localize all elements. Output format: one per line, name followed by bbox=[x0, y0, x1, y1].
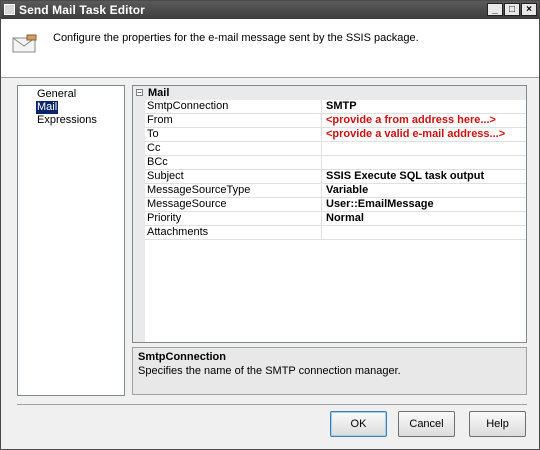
property-description-pane: SmtpConnection Specifies the name of the… bbox=[132, 347, 527, 395]
property-name: Priority bbox=[147, 212, 322, 225]
description-title: SmtpConnection bbox=[138, 351, 226, 363]
property-row-messagesource[interactable]: MessageSource User::EmailMessage bbox=[145, 198, 526, 212]
property-name: Cc bbox=[147, 142, 322, 155]
description-text: Specifies the name of the SMTP connectio… bbox=[138, 365, 401, 377]
property-name: From bbox=[147, 114, 322, 127]
nav-item-expressions[interactable]: Expressions bbox=[36, 114, 98, 127]
property-value[interactable]: User::EmailMessage bbox=[326, 198, 526, 211]
nav-item-mail[interactable]: Mail bbox=[36, 101, 59, 114]
property-value[interactable]: SMTP bbox=[326, 100, 526, 113]
property-name: BCc bbox=[147, 156, 322, 169]
grid-gutter bbox=[133, 86, 145, 342]
property-name: Subject bbox=[147, 170, 322, 183]
property-value[interactable] bbox=[326, 226, 526, 239]
property-value[interactable]: <provide a from address here...> bbox=[326, 114, 526, 127]
property-row-to[interactable]: To <provide a valid e-mail address...> bbox=[145, 128, 526, 142]
property-row-messagesourcetype[interactable]: MessageSourceType Variable bbox=[145, 184, 526, 198]
ok-button[interactable]: OK bbox=[330, 411, 387, 437]
category-label: Mail bbox=[148, 87, 170, 99]
property-value[interactable]: SSIS Execute SQL task output bbox=[326, 170, 526, 183]
property-name: Attachments bbox=[147, 226, 322, 239]
property-row-bcc[interactable]: BCc bbox=[145, 156, 526, 170]
property-name: To bbox=[147, 128, 322, 141]
collapse-icon[interactable]: − bbox=[136, 89, 143, 97]
close-button[interactable]: × bbox=[521, 3, 537, 16]
property-row-priority[interactable]: Priority Normal bbox=[145, 212, 526, 226]
property-name: MessageSource bbox=[147, 198, 322, 211]
minimize-button[interactable]: _ bbox=[487, 3, 503, 16]
property-value[interactable] bbox=[326, 142, 526, 155]
page-list: General Mail Expressions bbox=[17, 85, 125, 396]
footer-divider bbox=[17, 404, 527, 405]
property-row-subject[interactable]: Subject SSIS Execute SQL task output bbox=[145, 170, 526, 184]
property-value[interactable] bbox=[326, 156, 526, 169]
title-bar[interactable]: Send Mail Task Editor _ □ × bbox=[1, 1, 539, 19]
property-value[interactable]: Variable bbox=[326, 184, 526, 197]
header-description: Configure the properties for the e-mail … bbox=[53, 32, 419, 44]
envelope-icon bbox=[12, 34, 37, 53]
property-row-attachments[interactable]: Attachments bbox=[145, 226, 526, 240]
category-header-mail[interactable]: − Mail bbox=[133, 86, 526, 100]
property-value[interactable]: <provide a valid e-mail address...> bbox=[326, 128, 526, 141]
property-row-cc[interactable]: Cc bbox=[145, 142, 526, 156]
send-mail-task-editor-window: Send Mail Task Editor _ □ × Configure th… bbox=[0, 0, 540, 450]
property-grid: − Mail SmtpConnection SMTP From <provide… bbox=[132, 85, 527, 343]
property-name: SmtpConnection bbox=[147, 100, 322, 113]
app-icon bbox=[4, 4, 15, 15]
nav-item-general[interactable]: General bbox=[36, 88, 77, 101]
property-row-smtpconnection[interactable]: SmtpConnection SMTP bbox=[145, 100, 526, 114]
maximize-button[interactable]: □ bbox=[504, 3, 520, 16]
property-row-from[interactable]: From <provide a from address here...> bbox=[145, 114, 526, 128]
editor-header: Configure the properties for the e-mail … bbox=[1, 19, 539, 77]
cancel-button[interactable]: Cancel bbox=[398, 411, 455, 437]
help-button[interactable]: Help bbox=[469, 411, 526, 437]
header-divider bbox=[1, 77, 539, 78]
property-value[interactable]: Normal bbox=[326, 212, 526, 225]
window-title: Send Mail Task Editor bbox=[19, 3, 145, 17]
property-name: MessageSourceType bbox=[147, 184, 322, 197]
